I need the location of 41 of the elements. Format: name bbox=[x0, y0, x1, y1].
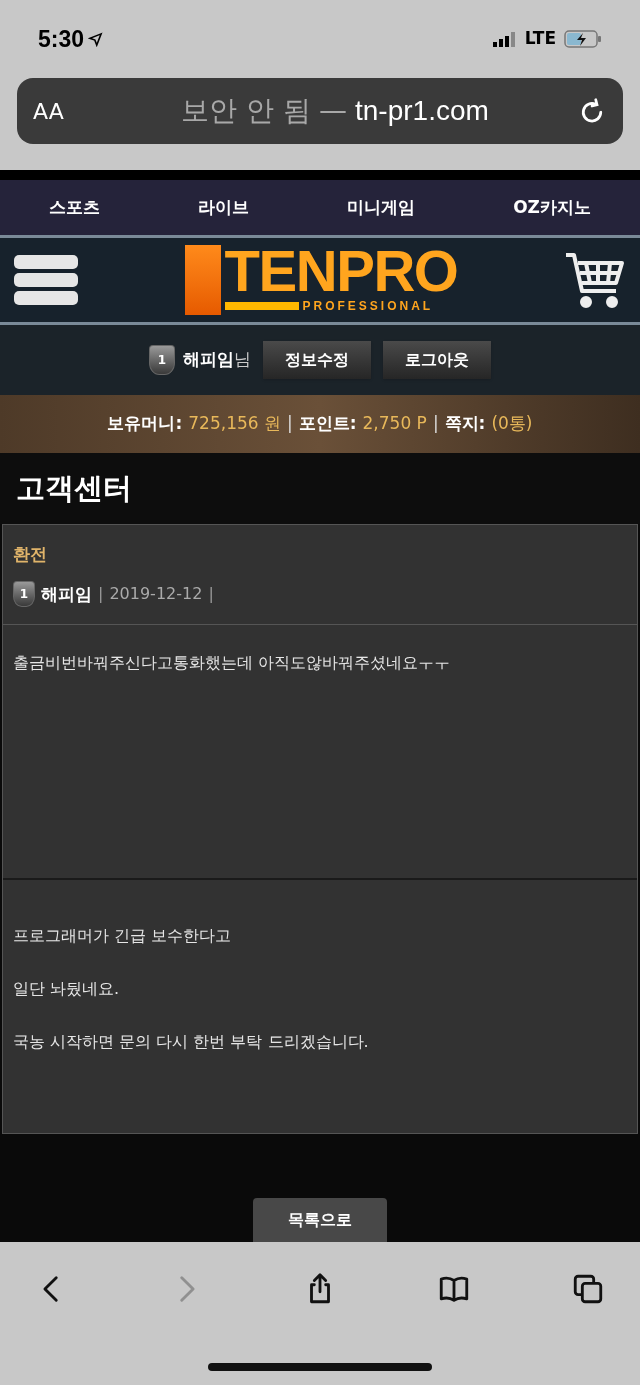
nav-link[interactable]: 라이브 bbox=[198, 194, 250, 221]
nav-link[interactable]: 스포츠 bbox=[49, 194, 100, 221]
battery-icon bbox=[564, 30, 602, 48]
reply-text: 프로그래머가 긴급 보수한다고 bbox=[13, 925, 233, 947]
account-button[interactable]: 로그아웃 bbox=[383, 341, 491, 379]
status-time: 5:30 bbox=[38, 24, 85, 54]
post-author: 해피임 bbox=[41, 582, 92, 606]
balance-label: 포인트: bbox=[298, 412, 357, 436]
meta-separator: | bbox=[208, 583, 214, 606]
site-logo[interactable]: TENPRO PROFESSIONAL bbox=[184, 245, 458, 315]
account-button[interactable]: 정보수정 bbox=[263, 341, 371, 379]
reply-text: 국농 시작하면 문의 다시 한번 부탁 드리겠습니다. bbox=[13, 1031, 370, 1053]
location-arrow-icon bbox=[88, 31, 104, 47]
username: 해피임 님 bbox=[183, 348, 251, 372]
rank-badge: 1 bbox=[149, 345, 175, 375]
balance-separator: | bbox=[432, 412, 439, 436]
text-size-button[interactable]: AA bbox=[33, 94, 93, 128]
address-bar[interactable]: AA 보안 안 됨 — tn-pr1.com bbox=[17, 78, 623, 144]
nav-link[interactable]: OZ카지노 bbox=[513, 194, 591, 221]
balance-value: (0통) bbox=[491, 412, 533, 436]
menu-icon[interactable] bbox=[14, 255, 78, 305]
reply-text: 일단 놔뒀네요. bbox=[13, 978, 121, 1000]
url-separator: — bbox=[319, 93, 347, 129]
balance-label: 보유머니: bbox=[107, 412, 183, 436]
url-domain: tn-pr1.com bbox=[355, 94, 489, 128]
security-warning: 보안 안 됨 bbox=[181, 93, 311, 129]
meta-separator: | bbox=[98, 583, 104, 606]
balance-value: 2,750 P bbox=[362, 412, 427, 436]
balance-separator: | bbox=[287, 412, 293, 436]
network-label: LTE bbox=[524, 27, 556, 51]
post-body: 출금비번바꿔주신다고통화했는데 아직도않바꿔주셨네요ㅜㅜ bbox=[13, 652, 452, 674]
post-category: 환전 bbox=[13, 542, 48, 566]
post-date: 2019-12-12 bbox=[109, 583, 203, 606]
nav-link[interactable]: 미니게임 bbox=[347, 194, 416, 221]
signal-icon bbox=[492, 31, 517, 47]
page-title: 고객센터 bbox=[16, 469, 132, 507]
balance-value: 725,156 원 bbox=[188, 412, 281, 436]
rank-badge: 1 bbox=[13, 581, 35, 608]
list-button[interactable]: 목록으로 bbox=[253, 1198, 387, 1242]
balance-label: 쪽지: bbox=[444, 412, 486, 436]
tabs-icon bbox=[571, 1272, 605, 1306]
